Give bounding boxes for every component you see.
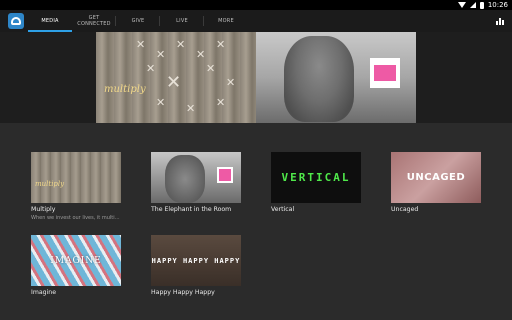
pink-sign — [217, 167, 233, 183]
series-card-elephant[interactable]: The Elephant in the Room — [151, 152, 241, 213]
x-mark: ✕ — [156, 96, 166, 109]
thumbnail-text: UNCAGED — [406, 172, 466, 183]
hero-banner[interactable]: ✕ ✕ ✕ ✕ ✕ ✕ ✕ ✕ ✕ ✕ ✕ ✕ multiply — [0, 32, 512, 123]
series-card-uncaged[interactable]: UNCAGED Uncaged — [391, 152, 481, 213]
x-mark: ✕ — [156, 48, 166, 61]
series-title: Uncaged — [391, 206, 419, 213]
hero-multiply-art: ✕ ✕ ✕ ✕ ✕ ✕ ✕ ✕ ✕ ✕ ✕ ✕ multiply — [96, 32, 256, 123]
bar-chart-icon[interactable] — [496, 17, 504, 25]
battery-icon — [479, 1, 484, 9]
app-logo-icon[interactable] — [8, 13, 24, 29]
status-bar: 10:26 — [0, 0, 512, 10]
thumbnail-text: HAPPY HAPPY HAPPY — [151, 256, 241, 265]
tab-bar: MEDIA GET CONNECTED GIVE LIVE MORE — [28, 10, 248, 32]
series-grid: multiply Multiply When we invest our liv… — [0, 123, 512, 320]
x-mark: ✕ — [196, 48, 206, 61]
action-bar: MEDIA GET CONNECTED GIVE LIVE MORE — [0, 10, 512, 32]
elephant-figure — [165, 155, 205, 203]
thumbnail-text: VERTICAL — [281, 171, 351, 184]
series-thumbnail[interactable]: IMAGINE — [31, 235, 121, 286]
signal-icon — [469, 2, 476, 8]
tab-more[interactable]: MORE — [204, 10, 248, 32]
tab-media[interactable]: MEDIA — [28, 10, 72, 32]
tab-give[interactable]: GIVE — [116, 10, 160, 32]
hero-elephant-art — [256, 32, 416, 123]
status-time: 10:26 — [487, 1, 508, 9]
status-icons: 10:26 — [457, 0, 508, 10]
pink-sign — [370, 58, 400, 88]
hero-image[interactable]: ✕ ✕ ✕ ✕ ✕ ✕ ✕ ✕ ✕ ✕ ✕ ✕ multiply — [96, 32, 416, 123]
series-title: Multiply — [31, 206, 56, 213]
x-mark: ✕ — [176, 38, 186, 51]
tab-live[interactable]: LIVE — [160, 10, 204, 32]
series-thumbnail[interactable]: HAPPY HAPPY HAPPY — [151, 235, 241, 286]
series-title: Imagine — [31, 289, 57, 296]
x-mark: ✕ — [216, 38, 226, 51]
series-card-vertical[interactable]: VERTICAL Vertical — [271, 152, 361, 213]
thumbnail-text: IMAGINE — [50, 255, 102, 266]
series-thumbnail[interactable]: VERTICAL — [271, 152, 361, 203]
wifi-icon — [457, 2, 466, 8]
x-mark: ✕ — [166, 72, 182, 93]
series-card-multiply[interactable]: multiply Multiply When we invest our liv… — [31, 152, 121, 221]
series-title: Happy Happy Happy — [151, 289, 215, 296]
x-mark: ✕ — [136, 38, 146, 51]
series-subtitle: When we invest our lives, it multipli... — [31, 215, 121, 221]
series-thumbnail[interactable]: UNCAGED — [391, 152, 481, 203]
elephant-costume — [284, 36, 354, 122]
x-mark: ✕ — [146, 62, 156, 75]
tab-get-connected[interactable]: GET CONNECTED — [72, 10, 116, 32]
hero-title: multiply — [104, 84, 146, 95]
x-mark: ✕ — [206, 62, 216, 75]
series-thumbnail[interactable]: multiply — [31, 152, 121, 203]
x-mark: ✕ — [186, 102, 196, 115]
series-card-imagine[interactable]: IMAGINE Imagine — [31, 235, 121, 296]
x-mark: ✕ — [226, 76, 236, 89]
series-card-happy[interactable]: HAPPY HAPPY HAPPY Happy Happy Happy — [151, 235, 241, 296]
series-thumbnail[interactable] — [151, 152, 241, 203]
series-title: The Elephant in the Room — [151, 206, 232, 213]
series-title: Vertical — [271, 206, 295, 213]
x-mark: ✕ — [216, 96, 226, 109]
thumbnail-text: multiply — [35, 180, 65, 188]
